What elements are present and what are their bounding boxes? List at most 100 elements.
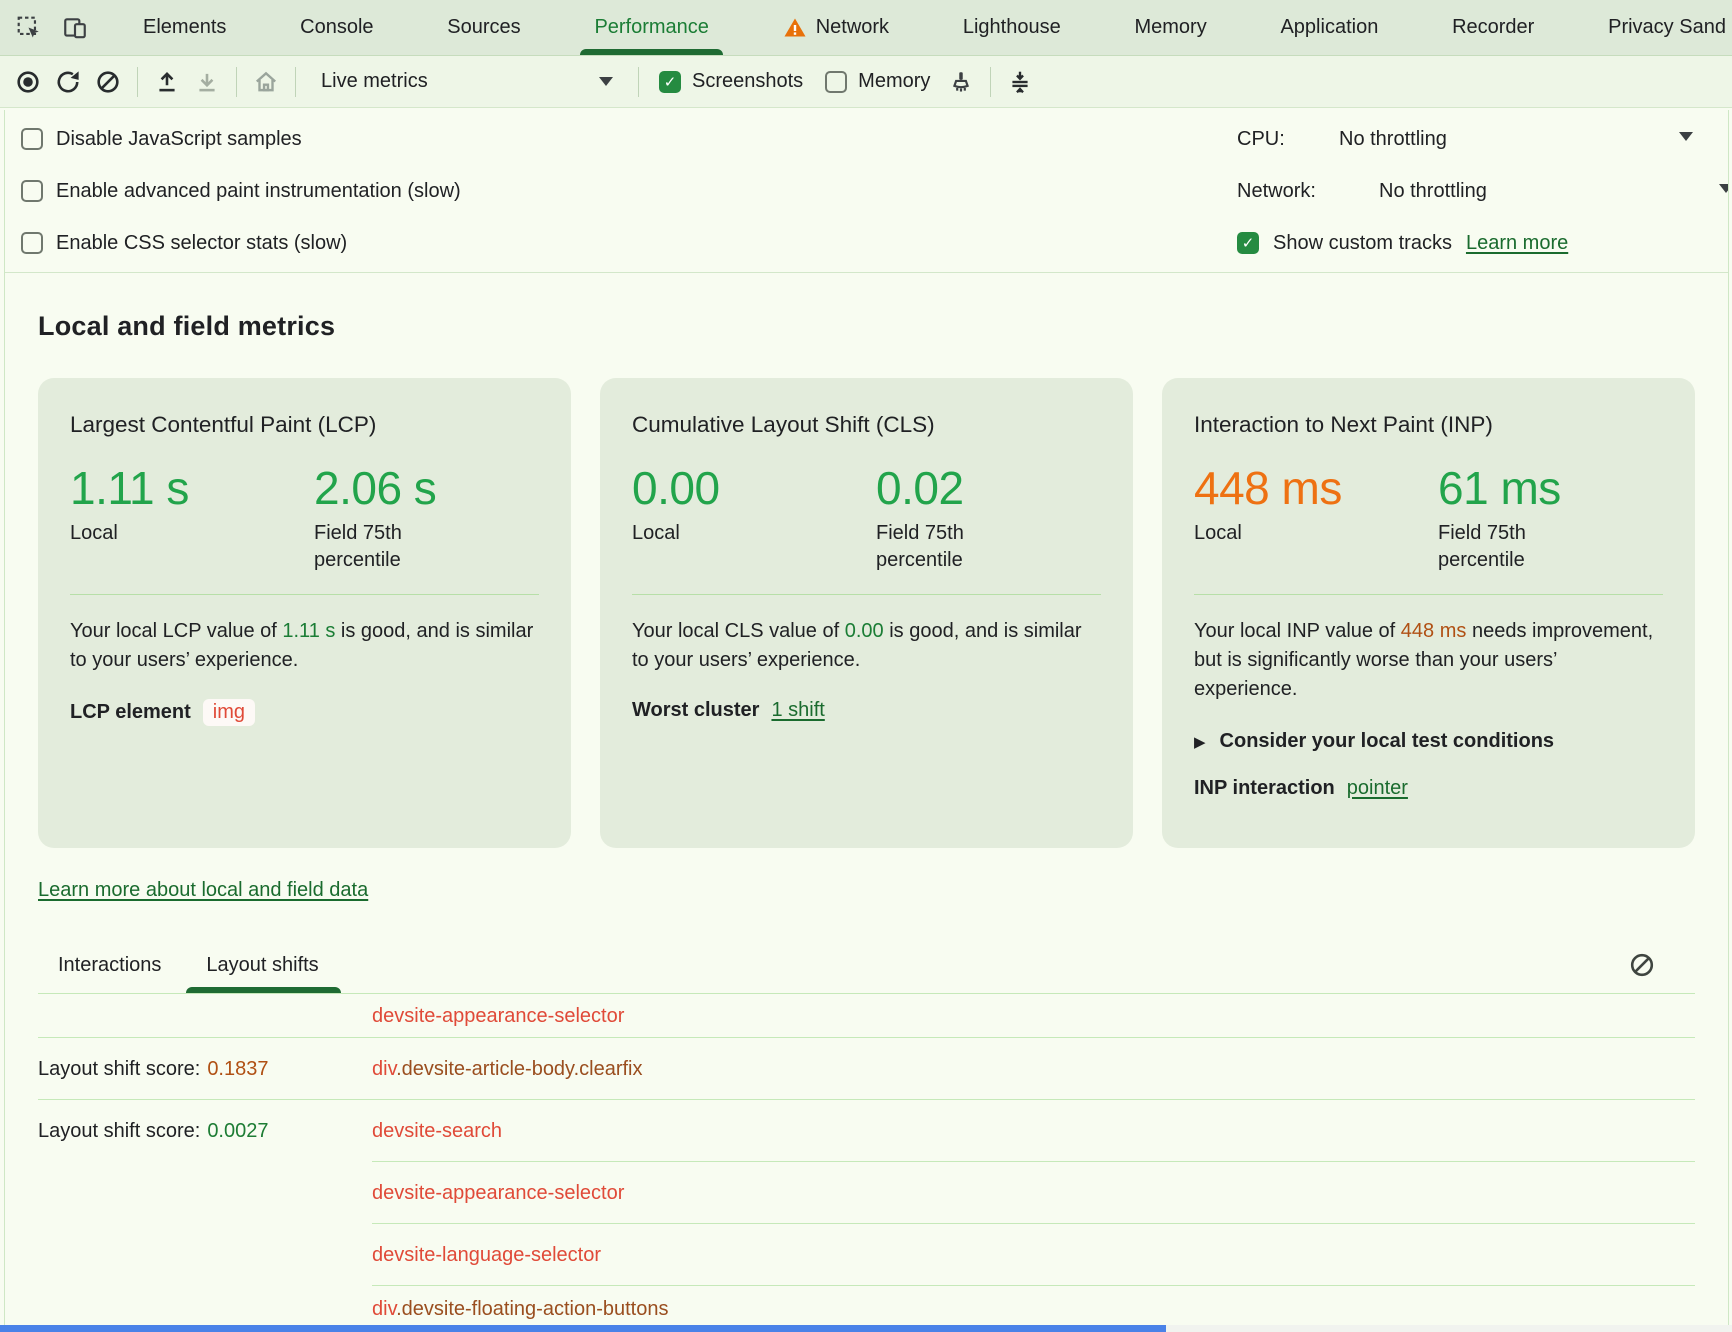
download-icon[interactable] bbox=[189, 64, 225, 100]
tab-privacy-sand[interactable]: Privacy Sand bbox=[1588, 0, 1732, 55]
tab-layout-shifts[interactable]: Layout shifts bbox=[206, 954, 318, 977]
live-metrics-select[interactable]: Live metrics bbox=[307, 64, 627, 100]
metric-description: Your local CLS value of 0.00 is good, an… bbox=[632, 617, 1101, 675]
metric-description: Your local INP value of 448 ms needs imp… bbox=[1194, 617, 1663, 704]
toolbar-separator bbox=[236, 67, 237, 97]
metric-values: 0.00 Local 0.02 Field 75th percentile bbox=[632, 464, 1101, 574]
element-tag: devsite-search bbox=[372, 1120, 502, 1142]
tab-label: Sources bbox=[447, 16, 520, 39]
element-link[interactable]: devsite-search bbox=[372, 1120, 502, 1143]
gc-brush-icon[interactable] bbox=[943, 64, 979, 100]
custom-tracks-label: Show custom tracks bbox=[1273, 232, 1452, 255]
clear-icon[interactable] bbox=[1625, 948, 1659, 982]
element-link[interactable]: devsite-appearance-selector bbox=[372, 1182, 624, 1205]
advanced-paint-checkbox[interactable]: Enable advanced paint instrumentation (s… bbox=[21, 178, 461, 204]
divider bbox=[632, 594, 1101, 595]
tab-interactions[interactable]: Interactions bbox=[58, 954, 161, 977]
shift-score-value: 0.1837 bbox=[207, 1058, 268, 1081]
home-icon[interactable] bbox=[248, 64, 284, 100]
shift-score-label: Layout shift score: bbox=[38, 1058, 200, 1081]
local-value: 448 ms bbox=[1194, 464, 1438, 512]
tab-elements[interactable]: Elements bbox=[123, 0, 246, 55]
tab-label: Console bbox=[300, 16, 373, 39]
show-custom-tracks-checkbox[interactable]: ✓ Show custom tracks Learn more bbox=[1237, 230, 1568, 256]
upload-icon[interactable] bbox=[149, 64, 185, 100]
inspect-icon[interactable] bbox=[10, 9, 48, 47]
tab-label: Privacy Sand bbox=[1608, 16, 1726, 39]
performance-toolbar: Live metrics ✓ Screenshots Memory bbox=[0, 56, 1732, 108]
tab-memory[interactable]: Memory bbox=[1114, 0, 1226, 55]
local-value: 0.00 bbox=[632, 464, 876, 512]
tab-label: Performance bbox=[594, 16, 709, 39]
chevron-down-icon bbox=[599, 77, 613, 86]
lcp-element-badge[interactable]: img bbox=[203, 699, 255, 726]
screenshots-label: Screenshots bbox=[692, 70, 803, 93]
metric-values: 448 ms Local 61 ms Field 75th percentile bbox=[1194, 464, 1663, 574]
reload-icon[interactable] bbox=[50, 64, 86, 100]
cpu-label: CPU: bbox=[1237, 128, 1326, 151]
inp-card: Interaction to Next Paint (INP) 448 ms L… bbox=[1162, 378, 1695, 848]
footer-label: LCP element bbox=[70, 701, 191, 724]
device-toolbar-icon[interactable] bbox=[56, 9, 94, 47]
lcp-card: Largest Contentful Paint (LCP) 1.11 s Lo… bbox=[38, 378, 571, 848]
network-throttling-select[interactable]: Network: No throttling bbox=[1237, 178, 1487, 204]
description-value: 0.00 bbox=[845, 620, 884, 642]
cls-card: Cumulative Layout Shift (CLS) 0.00 Local… bbox=[600, 378, 1133, 848]
capture-options: Disable JavaScript samples Enable advanc… bbox=[5, 110, 1728, 273]
css-selector-stats-checkbox[interactable]: Enable CSS selector stats (slow) bbox=[21, 230, 347, 256]
layout-shift-row: devsite-language-selector bbox=[38, 1224, 1695, 1286]
tab-console[interactable]: Console bbox=[280, 0, 393, 55]
element-classes: .devsite-article-body.clearfix bbox=[396, 1058, 642, 1080]
chevron-down-icon[interactable] bbox=[1679, 132, 1693, 141]
metric-description: Your local LCP value of 1.11 s is good, … bbox=[70, 617, 539, 675]
panel-tabs: Elements Console Sources Performance Network… bbox=[119, 0, 1732, 55]
disable-js-samples-checkbox[interactable]: Disable JavaScript samples bbox=[21, 126, 302, 152]
metric-values: 1.11 s Local 2.06 s Field 75th percentil… bbox=[70, 464, 539, 574]
element-link[interactable]: devsite-appearance-selector bbox=[372, 1005, 624, 1028]
option-label: Enable advanced paint instrumentation (s… bbox=[56, 180, 461, 203]
cpu-throttling-select[interactable]: CPU: No throttling bbox=[1237, 126, 1447, 152]
inp-interaction-link[interactable]: pointer bbox=[1347, 777, 1408, 800]
record-icon[interactable] bbox=[10, 64, 46, 100]
field-value: 0.02 bbox=[876, 464, 1008, 512]
field-label: Field 75th percentile bbox=[314, 520, 446, 574]
element-link[interactable]: div.devsite-article-body.clearfix bbox=[372, 1058, 642, 1081]
live-metrics-label: Live metrics bbox=[321, 70, 428, 93]
learn-more-local-field-link[interactable]: Learn more about local and field data bbox=[38, 879, 368, 901]
tab-application[interactable]: Application bbox=[1260, 0, 1398, 55]
shift-score-label: Layout shift score: bbox=[38, 1120, 200, 1143]
card-footer: INP interaction pointer bbox=[1194, 777, 1663, 800]
tab-label: Application bbox=[1280, 16, 1378, 39]
collapse-icon[interactable] bbox=[1002, 64, 1038, 100]
card-footer: Worst cluster 1 shift bbox=[632, 699, 1101, 722]
chevron-down-icon[interactable] bbox=[1719, 184, 1729, 193]
memory-checkbox[interactable]: Memory bbox=[816, 70, 939, 93]
worst-cluster-link[interactable]: 1 shift bbox=[771, 699, 824, 722]
block-icon[interactable] bbox=[90, 64, 126, 100]
tab-recorder[interactable]: Recorder bbox=[1432, 0, 1554, 55]
screenshots-checkbox[interactable]: ✓ Screenshots bbox=[650, 70, 812, 93]
custom-tracks-learn-more-link[interactable]: Learn more bbox=[1466, 232, 1568, 255]
element-link[interactable]: devsite-language-selector bbox=[372, 1244, 601, 1267]
description-text: Your local INP value of bbox=[1194, 620, 1401, 642]
tab-lighthouse[interactable]: Lighthouse bbox=[943, 0, 1081, 55]
checkbox-checked-icon: ✓ bbox=[659, 71, 681, 93]
live-metrics-view: Local and field metrics Largest Contentf… bbox=[5, 311, 1728, 1332]
local-label: Local bbox=[632, 520, 764, 547]
element-link[interactable]: div.devsite-floating-action-buttons bbox=[372, 1298, 668, 1321]
element-tag: devsite-appearance-selector bbox=[372, 1182, 624, 1204]
local-test-conditions-disclosure[interactable]: ▶ Consider your local test conditions bbox=[1194, 730, 1663, 753]
disclosure-label: Consider your local test conditions bbox=[1220, 730, 1555, 753]
tab-sources[interactable]: Sources bbox=[427, 0, 540, 55]
field-value: 2.06 s bbox=[314, 464, 446, 512]
tab-label: Elements bbox=[143, 16, 226, 39]
tab-network[interactable]: Network bbox=[763, 0, 909, 55]
tab-performance[interactable]: Performance bbox=[574, 0, 729, 55]
element-tag: div bbox=[372, 1058, 396, 1080]
footer-label: INP interaction bbox=[1194, 777, 1335, 800]
checkbox-unchecked-icon bbox=[21, 128, 43, 150]
shifts-tab-strip: Interactions Layout shifts bbox=[38, 954, 1695, 994]
layout-shift-row: Layout shift score:0.0027devsite-search bbox=[38, 1100, 1695, 1162]
checkbox-checked-icon: ✓ bbox=[1237, 232, 1259, 254]
layout-shift-row: Layout shift score: 0.1837 div.devsite-art… bbox=[38, 1038, 1695, 1100]
